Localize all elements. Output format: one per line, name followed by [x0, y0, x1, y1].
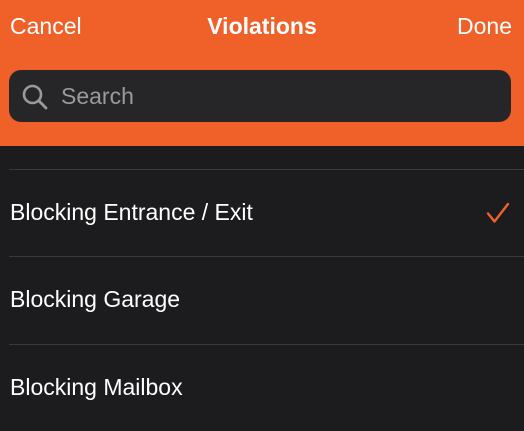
list-item[interactable]: Blocking Garage	[0, 257, 524, 343]
list-item-label: Blocking Garage	[10, 286, 181, 312]
checkmark-icon	[486, 202, 510, 223]
list-item-label: Blocking Mailbox	[10, 374, 183, 400]
search-bar[interactable]	[9, 70, 511, 122]
list-item[interactable]: Blocking Mailbox	[0, 345, 524, 431]
page-title: Violations	[207, 13, 317, 39]
header: Cancel Violations Done	[0, 0, 524, 146]
search-icon	[22, 84, 48, 110]
violations-list: Blocking Entrance / Exit Blocking Garage…	[0, 146, 524, 431]
list-item[interactable]: Blocking Entrance / Exit	[0, 170, 524, 256]
search-input[interactable]	[61, 70, 501, 122]
done-button[interactable]: Done	[457, 13, 512, 40]
list-item-label: Blocking Entrance / Exit	[10, 199, 253, 225]
navigation-bar: Cancel Violations Done	[0, 0, 524, 56]
